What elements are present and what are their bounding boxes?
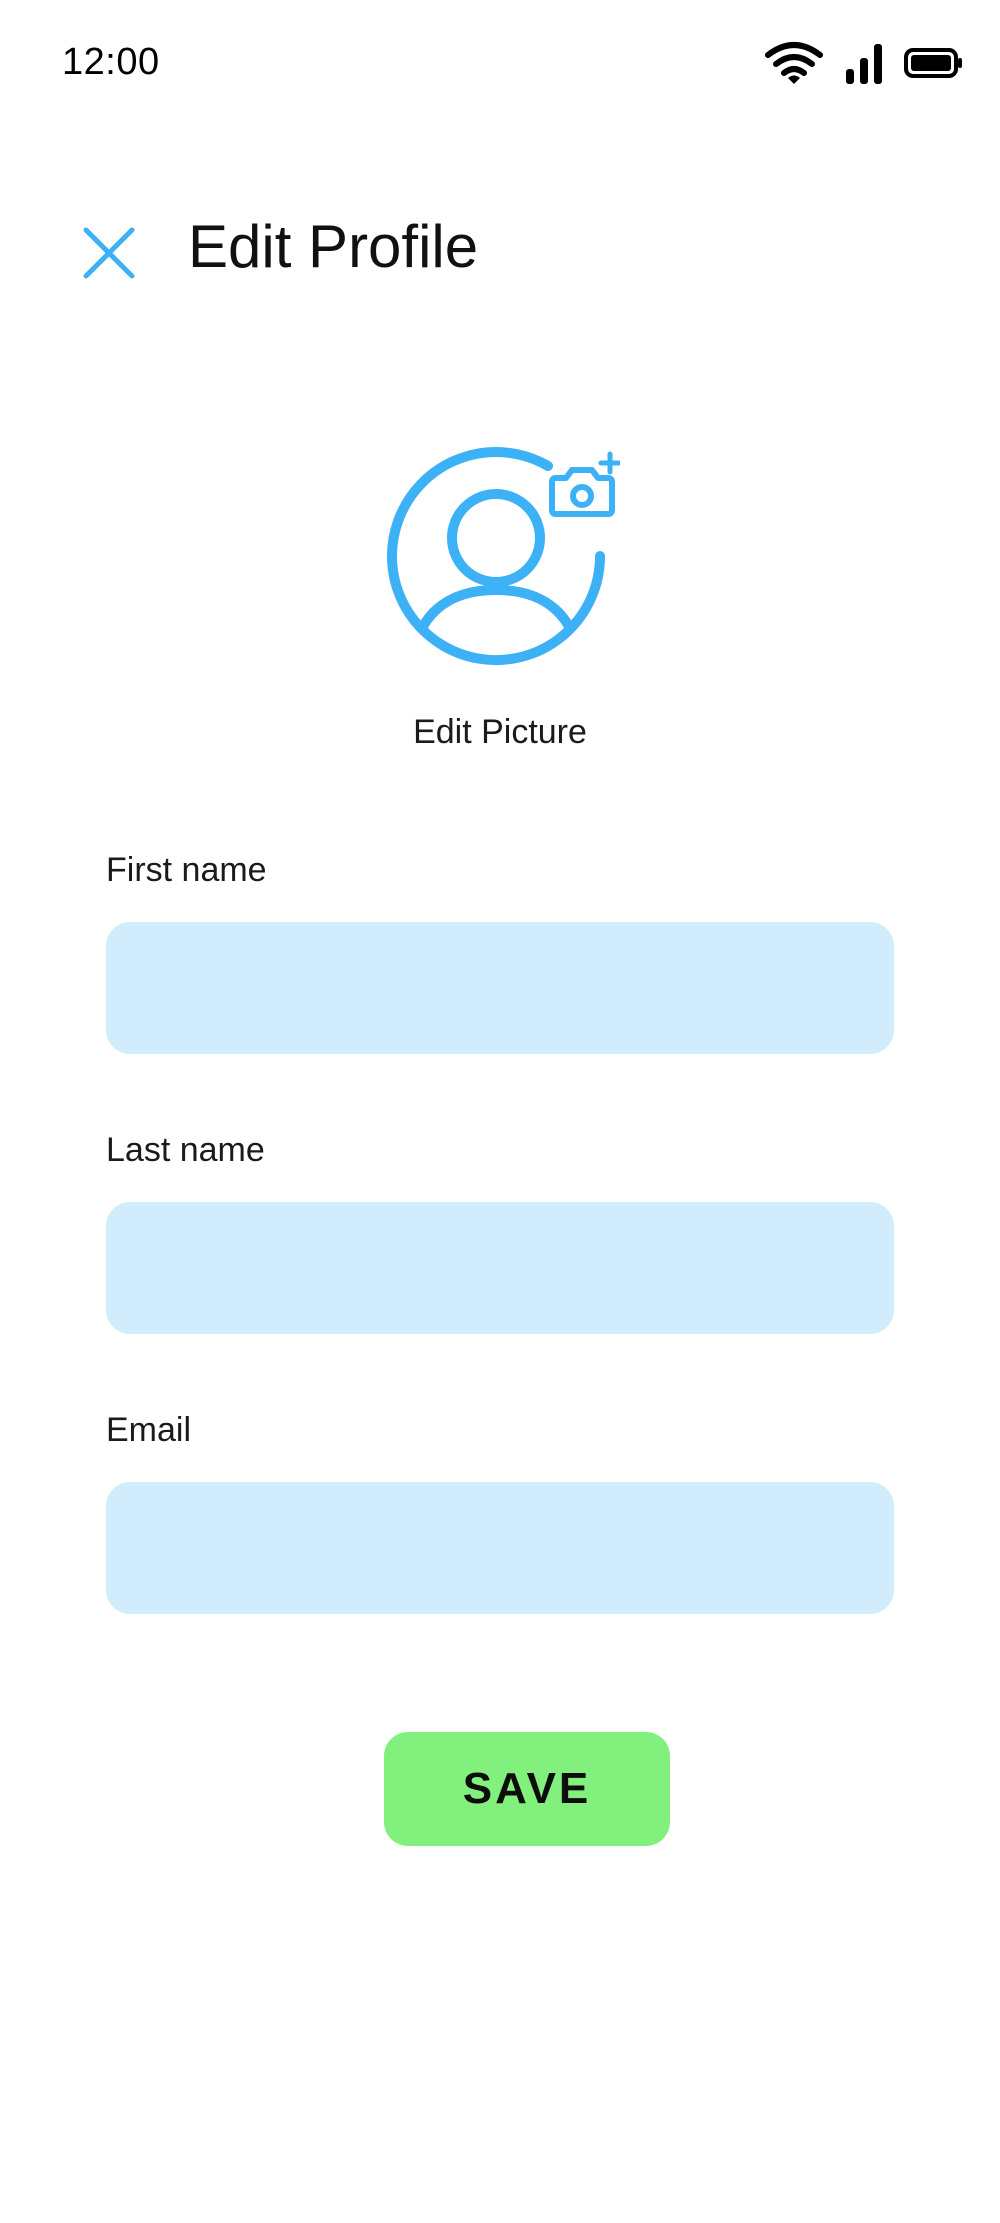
email-input[interactable] <box>106 1482 894 1614</box>
wifi-icon <box>764 41 824 85</box>
last-name-input[interactable] <box>106 1202 894 1334</box>
last-name-label: Last name <box>106 1131 265 1169</box>
battery-icon <box>904 47 964 79</box>
avatar[interactable] <box>380 438 622 678</box>
close-button[interactable] <box>78 222 140 284</box>
edit-picture-link[interactable]: Edit Picture <box>0 710 1000 754</box>
page-title: Edit Profile <box>188 213 479 280</box>
signal-icon <box>844 41 884 85</box>
first-name-input[interactable] <box>106 922 894 1054</box>
close-icon[interactable] <box>78 227 140 288</box>
header: Edit Profile <box>0 200 1000 300</box>
camera-add-icon <box>549 451 622 517</box>
status-icons <box>764 40 964 86</box>
status-bar: 12:00 <box>0 0 1000 120</box>
first-name-label: First name <box>106 851 267 889</box>
save-button[interactable]: SAVE <box>384 1732 670 1846</box>
email-label: Email <box>106 1411 192 1449</box>
status-time: 12:00 <box>62 41 160 83</box>
